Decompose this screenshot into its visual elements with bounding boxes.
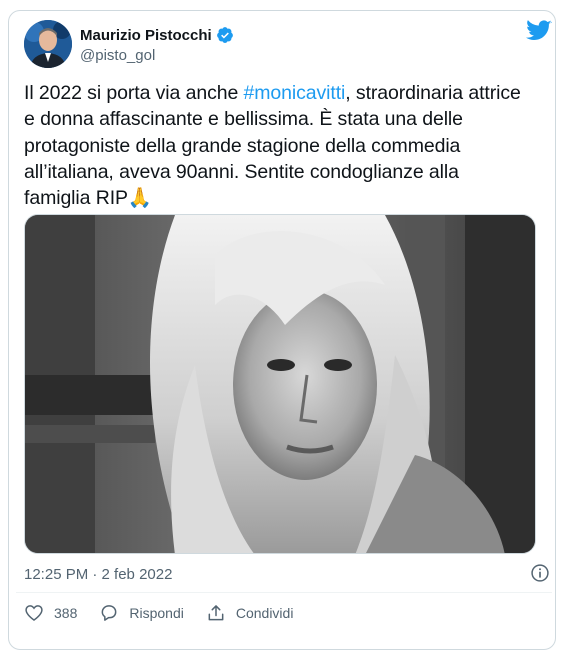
reply-label: Rispondi [129, 605, 184, 621]
tweet-timestamp[interactable]: 12:25 PM · 2 feb 2022 [24, 566, 172, 583]
action-bar: 388 Rispondi Condividi [24, 603, 315, 623]
share-button[interactable]: Condividi [206, 603, 294, 623]
avatar[interactable] [24, 20, 72, 68]
divider [16, 592, 552, 593]
hashtag-link[interactable]: #monicavitti [244, 82, 346, 104]
verified-badge-icon [216, 27, 233, 43]
share-label: Condividi [235, 605, 294, 621]
tweet-text: Il 2022 si porta via anche #monicavitti,… [24, 80, 524, 211]
author-name[interactable]: Maurizio Pistocchi [80, 27, 212, 44]
author-name-row[interactable]: Maurizio Pistocchi [80, 26, 234, 44]
tweet-photo[interactable] [24, 214, 536, 554]
twitter-bird-icon[interactable] [526, 20, 552, 42]
reply-button[interactable]: Rispondi [99, 603, 184, 623]
tweet-text-start: Il 2022 si porta via anche [24, 82, 244, 104]
share-icon [208, 605, 224, 621]
heart-icon [25, 605, 43, 622]
like-button[interactable]: 388 [24, 603, 77, 623]
reply-icon [101, 605, 117, 621]
like-count: 388 [54, 605, 78, 621]
author-handle[interactable]: @pisto_gol [80, 47, 155, 64]
info-icon[interactable] [530, 563, 550, 583]
